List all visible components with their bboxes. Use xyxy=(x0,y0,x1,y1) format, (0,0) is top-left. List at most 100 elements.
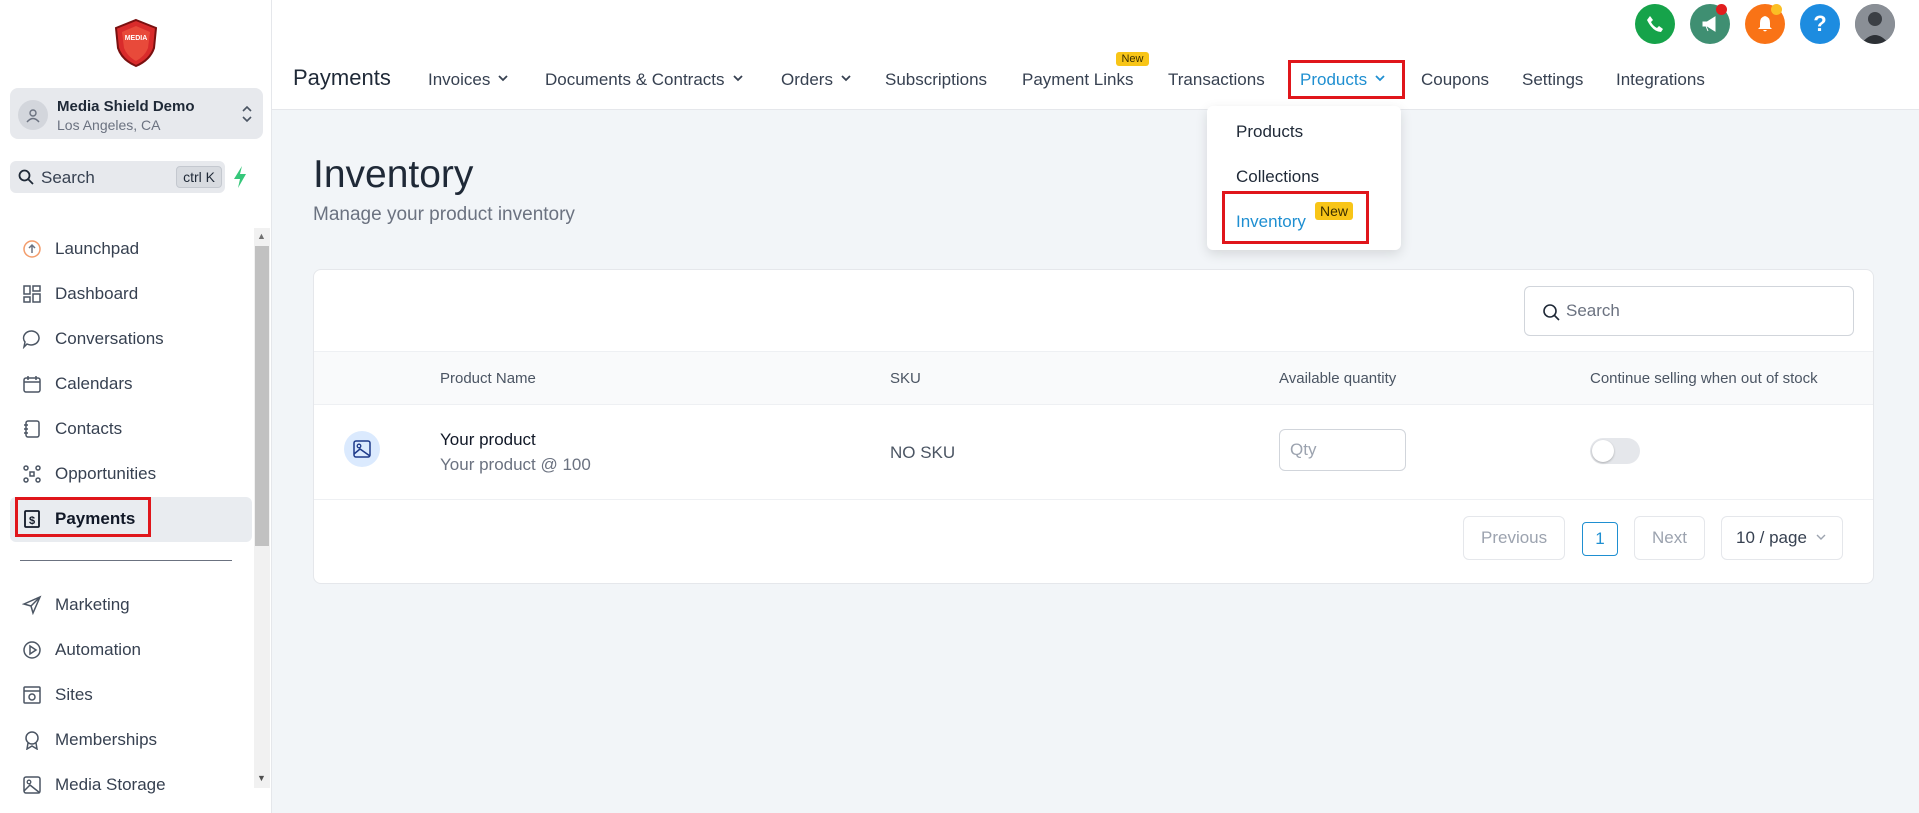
sidebar-item-contacts[interactable]: Contacts xyxy=(10,407,252,452)
tab-invoices[interactable]: Invoices xyxy=(428,70,509,90)
product-sku: NO SKU xyxy=(890,443,956,462)
toggle-knob xyxy=(1592,440,1614,462)
account-location: Los Angeles, CA xyxy=(57,117,161,133)
sidebar-item-label: Automation xyxy=(55,640,141,659)
brand-logo[interactable]: MEDIA xyxy=(112,18,160,68)
column-available-quantity: Available quantity xyxy=(1279,370,1397,387)
account-name: Media Shield Demo xyxy=(57,98,195,115)
megaphone-icon[interactable] xyxy=(1690,4,1730,44)
sidebar-item-dashboard[interactable]: Dashboard xyxy=(10,272,252,317)
chevron-down-icon xyxy=(732,75,743,82)
page-size-select[interactable]: 10 / page xyxy=(1721,516,1843,560)
search-icon xyxy=(18,169,34,185)
calendar-icon xyxy=(23,376,41,393)
sidebar-item-label: Media Storage xyxy=(55,775,166,794)
menu-item-collections[interactable]: Collections xyxy=(1236,167,1319,187)
sidebar-item-label: Conversations xyxy=(55,329,164,348)
sidebar-item-payments[interactable]: $ Payments xyxy=(10,497,252,542)
account-switcher[interactable]: Media Shield Demo Los Angeles, CA xyxy=(10,88,263,139)
table-header: Product Name SKU Available quantity Cont… xyxy=(314,351,1873,405)
image-icon xyxy=(23,776,41,794)
chevron-down-icon xyxy=(1375,75,1385,82)
page-number-button[interactable]: 1 xyxy=(1582,522,1618,556)
sidebar-item-label: Launchpad xyxy=(55,239,140,258)
user-avatar[interactable] xyxy=(1855,4,1895,44)
tab-integrations[interactable]: Integrations xyxy=(1616,70,1705,90)
scrollbar-thumb[interactable] xyxy=(255,246,269,546)
switch-chevron-icon xyxy=(242,105,252,123)
svg-text:MEDIA: MEDIA xyxy=(125,35,148,42)
next-page-button[interactable]: Next xyxy=(1634,516,1705,560)
product-name[interactable]: Your product xyxy=(440,430,536,450)
tab-payment-links[interactable]: Payment Links New xyxy=(1022,52,1149,90)
chevron-down-icon xyxy=(841,75,851,82)
dashboard-icon xyxy=(23,285,41,303)
tab-products[interactable]: Products xyxy=(1300,70,1385,90)
notification-dot xyxy=(1771,4,1782,15)
sidebar-item-launchpad[interactable]: Launchpad xyxy=(10,227,252,272)
previous-page-button[interactable]: Previous xyxy=(1463,516,1566,560)
sidebar-search-label: Search xyxy=(41,168,95,187)
scroll-up-arrow-icon[interactable]: ▲ xyxy=(257,231,266,241)
sidebar-item-label: Sites xyxy=(55,685,93,704)
sidebar-divider xyxy=(20,560,232,561)
top-icon-group: ? xyxy=(1635,4,1897,46)
sidebar-item-label: Contacts xyxy=(55,419,123,438)
sidebar-item-media-storage[interactable]: Media Storage xyxy=(10,763,252,808)
sidebar-item-label: Calendars xyxy=(55,374,133,393)
account-avatar-icon xyxy=(18,100,48,130)
quick-action-bolt-icon[interactable] xyxy=(231,165,249,189)
quantity-input[interactable]: Qty xyxy=(1279,429,1406,471)
opportunities-icon xyxy=(23,465,41,483)
product-image-placeholder-icon xyxy=(344,431,380,467)
sidebar-item-conversations[interactable]: Conversations xyxy=(10,317,252,362)
sidebar-item-marketing[interactable]: Marketing xyxy=(10,583,252,628)
sidebar-item-opportunities[interactable]: Opportunities xyxy=(10,452,252,497)
automation-icon xyxy=(23,641,41,659)
page-title: Inventory xyxy=(313,153,474,196)
sidebar-item-automation[interactable]: Automation xyxy=(10,628,252,673)
phone-icon[interactable] xyxy=(1635,4,1675,44)
column-continue-selling: Continue selling when out of stock xyxy=(1590,370,1818,387)
tab-transactions[interactable]: Transactions xyxy=(1168,70,1265,90)
chevron-down-icon xyxy=(498,75,509,82)
page-subtitle: Manage your product inventory xyxy=(313,204,575,225)
send-icon xyxy=(22,595,42,615)
sites-icon xyxy=(23,686,41,704)
menu-item-inventory[interactable]: Inventory xyxy=(1236,212,1306,232)
payments-icon: $ xyxy=(24,510,40,528)
sidebar-item-calendars[interactable]: Calendars xyxy=(10,362,252,407)
bell-icon[interactable] xyxy=(1745,4,1785,44)
new-badge: New xyxy=(1116,52,1149,66)
menu-item-products[interactable]: Products xyxy=(1236,122,1303,142)
sidebar-nav: Launchpad Dashboard Conversations Calend… xyxy=(10,227,252,808)
contacts-icon xyxy=(24,420,40,438)
sidebar-search[interactable]: Search ctrl K xyxy=(10,161,225,193)
top-bar: Payments Invoices Documents & Contracts … xyxy=(272,0,1919,110)
search-placeholder: Search xyxy=(1566,301,1620,320)
inventory-card: Search Product Name SKU Available quanti… xyxy=(313,269,1874,584)
sidebar-scrollbar[interactable]: ▲ ▼ xyxy=(254,228,270,788)
tab-settings[interactable]: Settings xyxy=(1522,70,1583,90)
tab-coupons[interactable]: Coupons xyxy=(1421,70,1489,90)
tab-orders[interactable]: Orders xyxy=(781,70,851,90)
launchpad-icon xyxy=(23,240,41,258)
sidebar-item-label: Payments xyxy=(55,509,136,528)
sidebar-item-memberships[interactable]: Memberships xyxy=(10,718,252,763)
section-title: Payments xyxy=(293,65,391,90)
continue-selling-toggle[interactable] xyxy=(1590,438,1640,464)
column-sku: SKU xyxy=(890,370,921,387)
help-icon[interactable]: ? xyxy=(1800,4,1840,44)
scroll-down-arrow-icon[interactable]: ▼ xyxy=(257,773,266,783)
sidebar-item-label: Marketing xyxy=(55,595,130,614)
column-product-name: Product Name xyxy=(440,370,536,387)
inventory-search-input[interactable]: Search xyxy=(1524,286,1854,336)
sidebar-item-sites[interactable]: Sites xyxy=(10,673,252,718)
table-row[interactable]: Your product Your product @ 100 NO SKU Q… xyxy=(314,405,1873,500)
product-detail: Your product @ 100 xyxy=(440,455,591,474)
tab-documents-contracts[interactable]: Documents & Contracts xyxy=(545,70,743,90)
sidebar-item-label: Memberships xyxy=(55,730,158,749)
new-badge: New xyxy=(1315,202,1354,220)
tab-subscriptions[interactable]: Subscriptions xyxy=(885,70,987,90)
products-dropdown-menu: Products Collections Inventory New xyxy=(1207,106,1401,250)
